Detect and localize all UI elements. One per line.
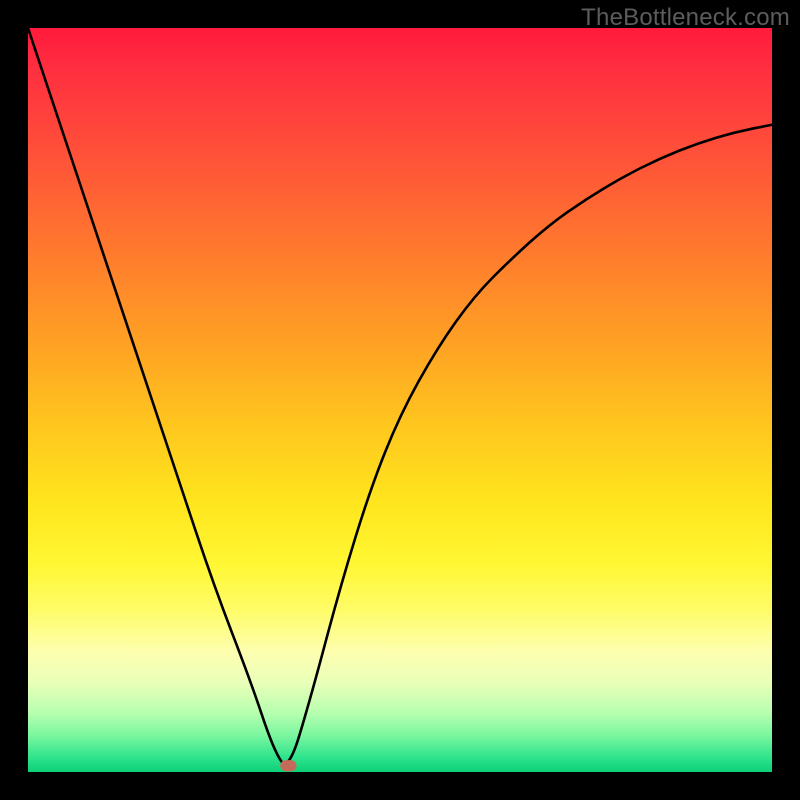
bottleneck-curve	[28, 28, 772, 763]
minimum-marker	[280, 760, 296, 771]
chart-svg	[28, 28, 772, 772]
chart-frame: TheBottleneck.com	[0, 0, 800, 800]
watermark-text: TheBottleneck.com	[581, 4, 790, 32]
plot-area	[28, 28, 772, 772]
